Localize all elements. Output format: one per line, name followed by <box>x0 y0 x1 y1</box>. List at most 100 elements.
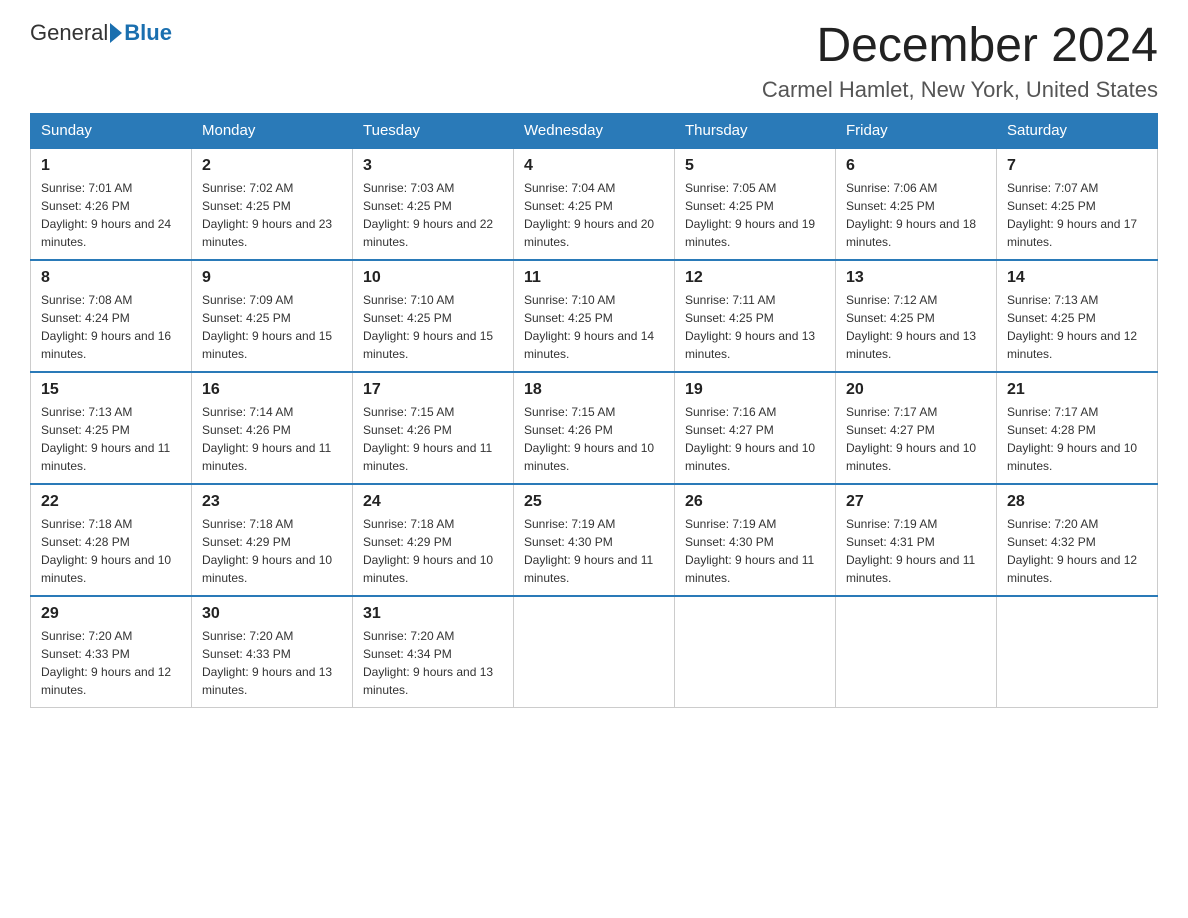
day-info: Sunrise: 7:04 AMSunset: 4:25 PMDaylight:… <box>524 179 664 251</box>
day-number: 2 <box>202 157 342 175</box>
day-number: 30 <box>202 605 342 623</box>
calendar-cell: 20 Sunrise: 7:17 AMSunset: 4:27 PMDayligh… <box>836 372 997 484</box>
calendar-cell <box>514 596 675 708</box>
day-number: 22 <box>41 493 181 511</box>
logo-general-text: General <box>30 20 108 46</box>
calendar-week-row: 29 Sunrise: 7:20 AMSunset: 4:33 PMDayligh… <box>31 596 1158 708</box>
calendar-cell: 23Sunrise: 7:18 AMSunset: 4:29 PMDayligh… <box>192 484 353 596</box>
day-number: 17 <box>363 381 503 399</box>
calendar-cell: 27 Sunrise: 7:19 AMSunset: 4:31 PMDayligh… <box>836 484 997 596</box>
day-info: Sunrise: 7:09 AMSunset: 4:25 PMDaylight:… <box>202 291 342 363</box>
day-number: 29 <box>41 605 181 623</box>
weekday-header-friday: Friday <box>836 113 997 148</box>
day-info: Sunrise: 7:20 AMSunset: 4:34 PMDaylight:… <box>363 627 503 699</box>
day-number: 9 <box>202 269 342 287</box>
calendar-cell: 8 Sunrise: 7:08 AMSunset: 4:24 PMDaylight… <box>31 260 192 372</box>
day-info: Sunrise: 7:13 AMSunset: 4:25 PMDaylight:… <box>41 403 181 475</box>
day-info: Sunrise: 7:08 AMSunset: 4:24 PMDaylight:… <box>41 291 181 363</box>
day-number: 20 <box>846 381 986 399</box>
day-info: Sunrise: 7:20 AMSunset: 4:32 PMDaylight:… <box>1007 515 1147 587</box>
day-info: Sunrise: 7:07 AMSunset: 4:25 PMDaylight:… <box>1007 179 1147 251</box>
calendar-table: SundayMondayTuesdayWednesdayThursdayFrid… <box>30 113 1158 708</box>
day-number: 25 <box>524 493 664 511</box>
day-number: 1 <box>41 157 181 175</box>
calendar-cell: 16 Sunrise: 7:14 AMSunset: 4:26 PMDayligh… <box>192 372 353 484</box>
day-number: 27 <box>846 493 986 511</box>
day-number: 5 <box>685 157 825 175</box>
day-info: Sunrise: 7:20 AMSunset: 4:33 PMDaylight:… <box>41 627 181 699</box>
weekday-header-sunday: Sunday <box>31 113 192 148</box>
day-info: Sunrise: 7:11 AMSunset: 4:25 PMDaylight:… <box>685 291 825 363</box>
day-info: Sunrise: 7:19 AMSunset: 4:30 PMDaylight:… <box>524 515 664 587</box>
day-number: 19 <box>685 381 825 399</box>
day-info: Sunrise: 7:17 AMSunset: 4:28 PMDaylight:… <box>1007 403 1147 475</box>
calendar-cell: 4 Sunrise: 7:04 AMSunset: 4:25 PMDaylight… <box>514 148 675 260</box>
calendar-cell: 24Sunrise: 7:18 AMSunset: 4:29 PMDayligh… <box>353 484 514 596</box>
weekday-header-saturday: Saturday <box>997 113 1158 148</box>
day-number: 6 <box>846 157 986 175</box>
calendar-cell: 28 Sunrise: 7:20 AMSunset: 4:32 PMDayligh… <box>997 484 1158 596</box>
calendar-title: December 2024 <box>762 20 1158 73</box>
calendar-week-row: 22Sunrise: 7:18 AMSunset: 4:28 PMDayligh… <box>31 484 1158 596</box>
day-number: 21 <box>1007 381 1147 399</box>
day-info: Sunrise: 7:06 AMSunset: 4:25 PMDaylight:… <box>846 179 986 251</box>
calendar-cell: 31Sunrise: 7:20 AMSunset: 4:34 PMDayligh… <box>353 596 514 708</box>
calendar-cell: 21 Sunrise: 7:17 AMSunset: 4:28 PMDayligh… <box>997 372 1158 484</box>
day-info: Sunrise: 7:19 AMSunset: 4:30 PMDaylight:… <box>685 515 825 587</box>
day-info: Sunrise: 7:14 AMSunset: 4:26 PMDaylight:… <box>202 403 342 475</box>
day-info: Sunrise: 7:02 AMSunset: 4:25 PMDaylight:… <box>202 179 342 251</box>
day-number: 16 <box>202 381 342 399</box>
day-info: Sunrise: 7:15 AMSunset: 4:26 PMDaylight:… <box>363 403 503 475</box>
day-number: 4 <box>524 157 664 175</box>
day-info: Sunrise: 7:05 AMSunset: 4:25 PMDaylight:… <box>685 179 825 251</box>
calendar-week-row: 15Sunrise: 7:13 AMSunset: 4:25 PMDayligh… <box>31 372 1158 484</box>
day-info: Sunrise: 7:20 AMSunset: 4:33 PMDaylight:… <box>202 627 342 699</box>
calendar-cell: 15Sunrise: 7:13 AMSunset: 4:25 PMDayligh… <box>31 372 192 484</box>
day-info: Sunrise: 7:03 AMSunset: 4:25 PMDaylight:… <box>363 179 503 251</box>
day-number: 28 <box>1007 493 1147 511</box>
day-info: Sunrise: 7:01 AMSunset: 4:26 PMDaylight:… <box>41 179 181 251</box>
calendar-cell: 19 Sunrise: 7:16 AMSunset: 4:27 PMDayligh… <box>675 372 836 484</box>
calendar-cell: 29 Sunrise: 7:20 AMSunset: 4:33 PMDayligh… <box>31 596 192 708</box>
calendar-cell: 5 Sunrise: 7:05 AMSunset: 4:25 PMDaylight… <box>675 148 836 260</box>
calendar-cell: 1 Sunrise: 7:01 AMSunset: 4:26 PMDaylight… <box>31 148 192 260</box>
calendar-cell: 22Sunrise: 7:18 AMSunset: 4:28 PMDayligh… <box>31 484 192 596</box>
day-number: 24 <box>363 493 503 511</box>
calendar-cell: 18 Sunrise: 7:15 AMSunset: 4:26 PMDayligh… <box>514 372 675 484</box>
calendar-cell: 12 Sunrise: 7:11 AMSunset: 4:25 PMDayligh… <box>675 260 836 372</box>
day-info: Sunrise: 7:18 AMSunset: 4:29 PMDaylight:… <box>202 515 342 587</box>
calendar-cell: 10Sunrise: 7:10 AMSunset: 4:25 PMDayligh… <box>353 260 514 372</box>
day-number: 18 <box>524 381 664 399</box>
calendar-week-row: 1 Sunrise: 7:01 AMSunset: 4:26 PMDaylight… <box>31 148 1158 260</box>
calendar-cell: 7 Sunrise: 7:07 AMSunset: 4:25 PMDaylight… <box>997 148 1158 260</box>
day-info: Sunrise: 7:17 AMSunset: 4:27 PMDaylight:… <box>846 403 986 475</box>
day-info: Sunrise: 7:16 AMSunset: 4:27 PMDaylight:… <box>685 403 825 475</box>
day-number: 12 <box>685 269 825 287</box>
calendar-cell <box>836 596 997 708</box>
calendar-cell: 2 Sunrise: 7:02 AMSunset: 4:25 PMDaylight… <box>192 148 353 260</box>
calendar-cell: 25 Sunrise: 7:19 AMSunset: 4:30 PMDayligh… <box>514 484 675 596</box>
day-info: Sunrise: 7:10 AMSunset: 4:25 PMDaylight:… <box>524 291 664 363</box>
calendar-subtitle: Carmel Hamlet, New York, United States <box>762 77 1158 103</box>
weekday-header-thursday: Thursday <box>675 113 836 148</box>
title-section: December 2024 Carmel Hamlet, New York, U… <box>762 20 1158 103</box>
day-number: 11 <box>524 269 664 287</box>
day-info: Sunrise: 7:15 AMSunset: 4:26 PMDaylight:… <box>524 403 664 475</box>
calendar-cell: 30 Sunrise: 7:20 AMSunset: 4:33 PMDayligh… <box>192 596 353 708</box>
day-info: Sunrise: 7:19 AMSunset: 4:31 PMDaylight:… <box>846 515 986 587</box>
day-number: 3 <box>363 157 503 175</box>
day-number: 13 <box>846 269 986 287</box>
day-number: 26 <box>685 493 825 511</box>
day-number: 14 <box>1007 269 1147 287</box>
day-info: Sunrise: 7:12 AMSunset: 4:25 PMDaylight:… <box>846 291 986 363</box>
day-number: 8 <box>41 269 181 287</box>
day-info: Sunrise: 7:13 AMSunset: 4:25 PMDaylight:… <box>1007 291 1147 363</box>
calendar-cell: 17 Sunrise: 7:15 AMSunset: 4:26 PMDayligh… <box>353 372 514 484</box>
day-number: 7 <box>1007 157 1147 175</box>
weekday-header-tuesday: Tuesday <box>353 113 514 148</box>
logo-arrow-icon <box>110 23 122 43</box>
calendar-cell: 3 Sunrise: 7:03 AMSunset: 4:25 PMDaylight… <box>353 148 514 260</box>
calendar-cell: 13 Sunrise: 7:12 AMSunset: 4:25 PMDayligh… <box>836 260 997 372</box>
page-header: General Blue December 2024 Carmel Hamlet… <box>30 20 1158 103</box>
weekday-header-row: SundayMondayTuesdayWednesdayThursdayFrid… <box>31 113 1158 148</box>
